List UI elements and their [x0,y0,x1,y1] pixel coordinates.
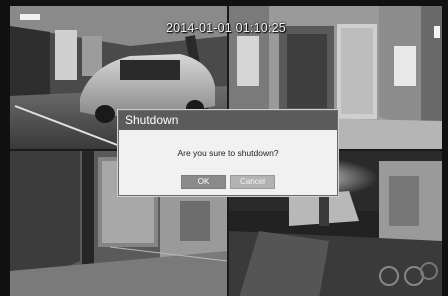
timestamp-overlay: 2014-01-01 01:10:25 [166,21,286,35]
shutdown-dialog: Shutdown Are you sure to shutdown? OK Ca… [118,110,338,196]
dialog-button-row: OK Cancel [119,175,337,189]
dialog-title: Shutdown [119,111,337,130]
dvr-screen: 2014-01-01 01:10:25 Shutdown Are you sur… [0,0,448,296]
ok-button[interactable]: OK [181,175,226,189]
cancel-button[interactable]: Cancel [230,175,275,189]
dialog-message: Are you sure to shutdown? [177,148,279,158]
